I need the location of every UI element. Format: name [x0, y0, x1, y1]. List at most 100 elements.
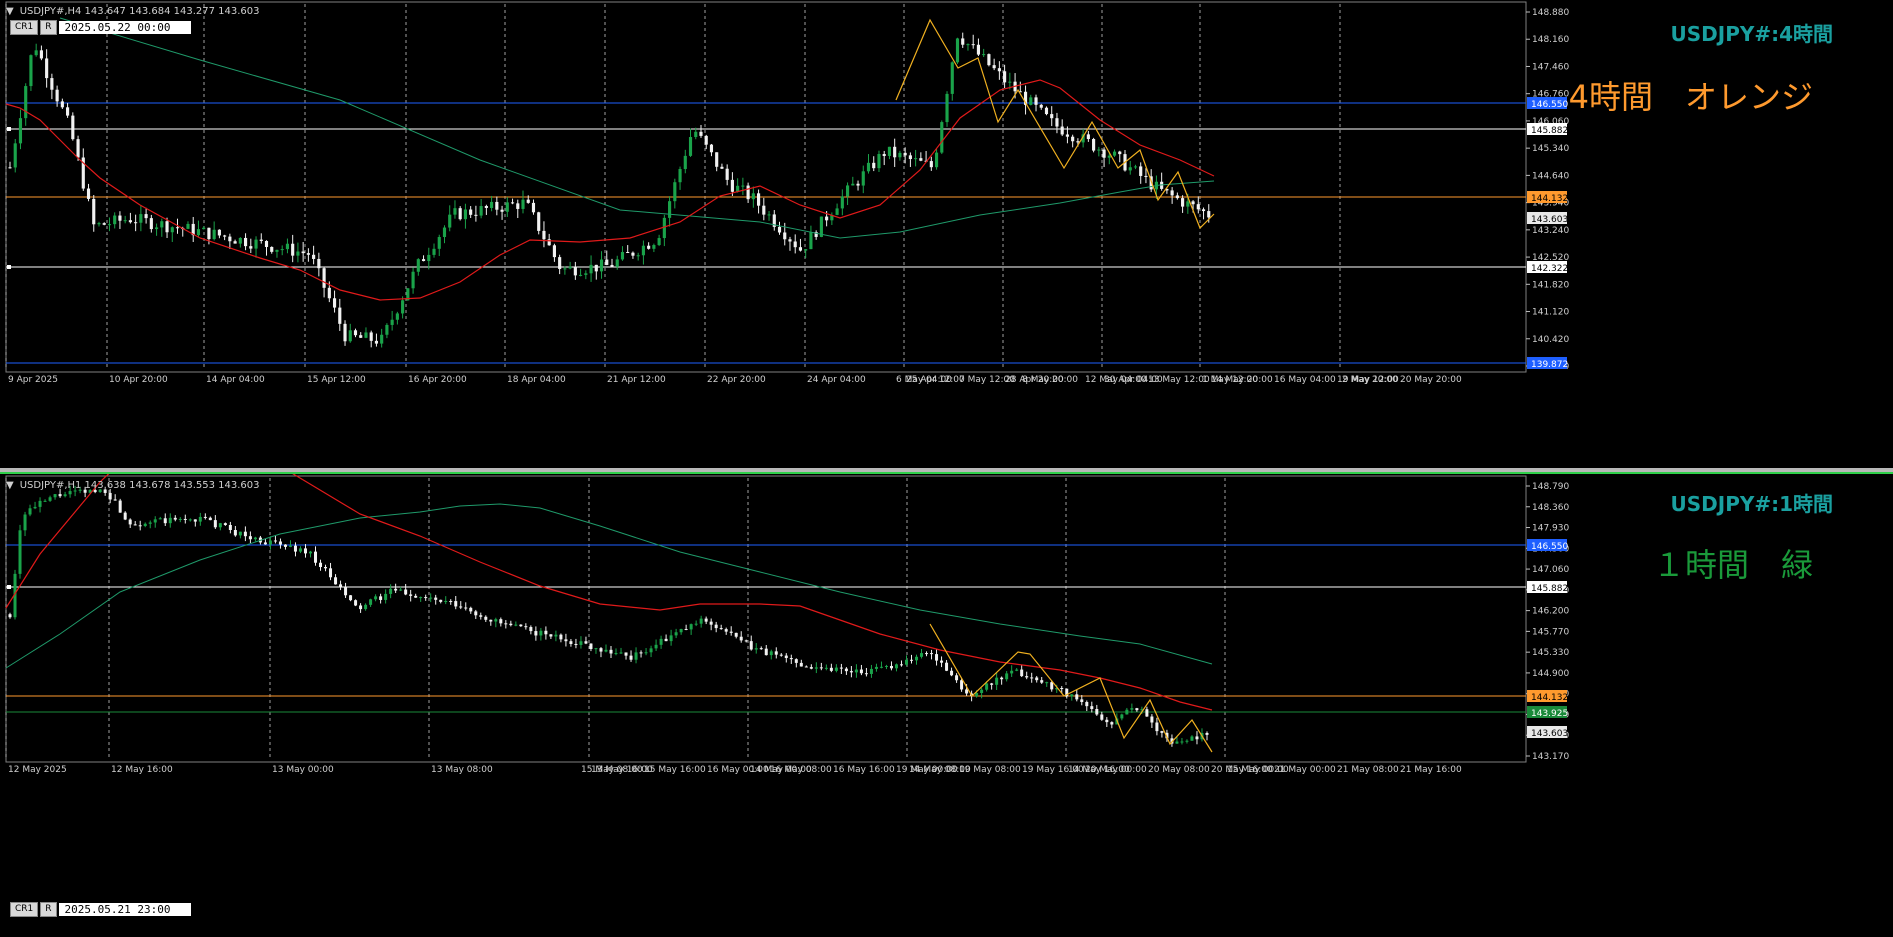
- candle-body: [521, 199, 525, 209]
- candle-body: [1040, 680, 1044, 683]
- time-axis-label: 7 May 12:00: [959, 375, 1015, 385]
- candle-body: [499, 619, 503, 624]
- time-axis-label: 19 May 16:00: [1022, 765, 1084, 775]
- candle-body: [165, 221, 169, 233]
- candle-body: [384, 593, 388, 600]
- time-axis-label: 13 May 08:00: [431, 765, 493, 775]
- candle-body: [306, 253, 310, 255]
- candle-body: [516, 203, 520, 209]
- candle-body: [636, 255, 640, 257]
- r-button[interactable]: R: [40, 20, 57, 35]
- candle-body: [1050, 682, 1054, 690]
- candle-body: [526, 199, 530, 203]
- candle-body: [626, 252, 630, 254]
- candle-body: [694, 623, 698, 625]
- candle-body: [893, 146, 897, 158]
- candle-body: [719, 628, 723, 630]
- candle-body: [312, 254, 316, 259]
- candle-body: [186, 223, 190, 229]
- candle-body: [714, 624, 718, 629]
- candle-body: [264, 240, 269, 247]
- candle-body: [919, 158, 923, 161]
- candle-body: [448, 214, 452, 228]
- h4-chart-pane[interactable]: 148.880 148.160 147.460 146.760 146.060 145.3…: [0, 0, 1893, 468]
- candle-body: [804, 666, 808, 668]
- candle-body: [889, 665, 893, 669]
- candle-body: [605, 259, 609, 265]
- price-axis-label: 147.060: [1532, 565, 1569, 575]
- candle-body: [573, 266, 577, 276]
- time-axis-label: 22 Apr 20:00: [707, 375, 766, 385]
- level-anchor[interactable]: [7, 127, 11, 131]
- level-anchor[interactable]: [7, 265, 11, 269]
- candle-body: [757, 193, 761, 206]
- time-axis-label: 10 Apr 20:00: [109, 375, 168, 385]
- h1-chart-pane[interactable]: 148.790148.360147.930147.500147.060146.6…: [0, 474, 1893, 937]
- cr1-button[interactable]: CR1: [10, 20, 39, 35]
- candle-body: [961, 38, 965, 45]
- candle-body: [259, 239, 263, 241]
- candle-body: [1030, 677, 1034, 679]
- candle-body: [1170, 190, 1174, 196]
- candle-body: [1060, 126, 1064, 135]
- h1-chart-canvas[interactable]: 148.790148.360147.930147.500147.060146.6…: [0, 474, 1893, 937]
- zigzag-indicator: [929, 623, 1213, 753]
- candle-body: [175, 227, 180, 229]
- price-axis-label: 144.640: [1532, 171, 1569, 181]
- candle-body: [394, 588, 398, 591]
- candle-body: [688, 137, 693, 156]
- cursor-date-box[interactable]: 2025.05.22 00:00: [58, 21, 191, 34]
- candle-body: [950, 670, 954, 676]
- candle-body: [155, 227, 159, 230]
- candle-body: [599, 259, 604, 272]
- candle-body: [60, 101, 64, 108]
- candle-body: [50, 78, 54, 90]
- time-axis-label: 6 May 04:00: [896, 375, 952, 385]
- r-button[interactable]: R: [40, 902, 57, 917]
- candle-body: [872, 162, 876, 169]
- level-anchor[interactable]: [7, 585, 11, 589]
- cr1-button[interactable]: CR1: [10, 902, 39, 917]
- candle-body: [163, 518, 167, 524]
- time-axis-label: 9 Apr 2025: [8, 375, 58, 385]
- collapse-arrow-icon[interactable]: ▼: [6, 480, 14, 491]
- time-axis-label: 19 May 08:00: [959, 765, 1021, 775]
- time-axis-label: 21 Apr 12:00: [607, 375, 666, 385]
- plot-frame: [5, 475, 1527, 763]
- price-axis-label: 140.420: [1532, 335, 1569, 345]
- candle-body: [985, 683, 989, 690]
- candle-body: [249, 246, 253, 249]
- candle-body: [882, 154, 886, 156]
- price-axis-label: 145.770: [1532, 627, 1569, 637]
- candle-body: [887, 146, 892, 156]
- candle-body: [915, 656, 919, 661]
- candle-body: [97, 223, 101, 225]
- candle-body: [1060, 688, 1064, 690]
- h4-chart-canvas[interactable]: 148.880148.160147.460146.760146.060145.3…: [0, 0, 1893, 468]
- candle-body: [779, 654, 783, 656]
- candle-body: [1034, 97, 1038, 105]
- candle-body: [856, 183, 860, 186]
- candle-body: [459, 606, 463, 608]
- candle-body: [699, 131, 703, 136]
- candle-body: [489, 619, 493, 622]
- candle-body: [359, 335, 363, 338]
- candle-body: [359, 605, 363, 610]
- candle-body: [845, 185, 850, 197]
- fast-moving-average: [5, 474, 1213, 711]
- candle-body: [349, 595, 353, 601]
- candle-body: [348, 330, 352, 342]
- collapse-arrow-icon[interactable]: ▼: [6, 6, 14, 17]
- candle-body: [385, 324, 389, 335]
- h1-symbol-quote: USDJPY#,H1 143.638 143.678 143.553 143.6…: [19, 480, 260, 491]
- candle-body: [1145, 709, 1149, 717]
- candle-body: [369, 599, 373, 605]
- candle-body: [504, 623, 508, 625]
- candle-body: [950, 62, 954, 94]
- candle-body: [1207, 211, 1211, 218]
- time-axis-label: 12 May 04:00: [1085, 375, 1147, 385]
- candle-body: [34, 50, 38, 56]
- cursor-date-box[interactable]: 2025.05.21 23:00: [58, 903, 191, 916]
- candle-body: [739, 636, 743, 641]
- h4-chart-label: 4時間 オレンジ: [1568, 78, 1813, 116]
